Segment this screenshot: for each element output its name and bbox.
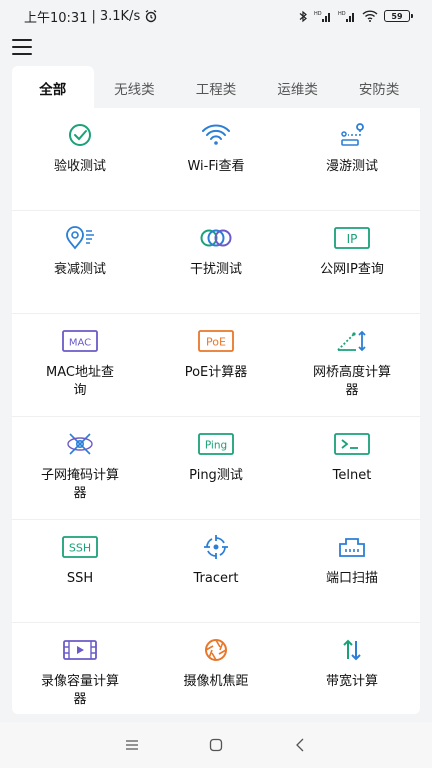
tool-label: Telnet: [332, 468, 372, 483]
system-nav-bar: [0, 722, 432, 768]
tool-interference-test[interactable]: 干扰测试: [148, 211, 284, 314]
status-separator: |: [91, 8, 96, 24]
mac-icon: MAC: [60, 328, 100, 354]
nav-back-icon: [296, 738, 304, 752]
app-bar: [0, 32, 432, 62]
tool-public-ip[interactable]: IP 公网IP查询: [284, 211, 420, 314]
tool-ssh[interactable]: SSH SSH: [12, 520, 148, 623]
status-left: 上午10:31 | 3.1K/s: [24, 7, 158, 26]
menu-icon[interactable]: [12, 39, 32, 55]
tool-label: 子网掩码计算器: [40, 468, 119, 501]
category-tabs: 全部 无线类 工程类 运维类 安防类: [12, 66, 420, 110]
poe-icon: PoE: [196, 328, 236, 354]
bandwidth-icon: [332, 637, 372, 663]
tab-security[interactable]: 安防类: [338, 66, 420, 110]
network-speed: 3.1K/s: [99, 8, 141, 24]
aperture-icon: [196, 637, 236, 663]
wifi-status-icon: [362, 10, 378, 22]
nav-menu-icon: [126, 740, 138, 750]
ssh-icon: SSH: [60, 534, 100, 560]
tool-telnet[interactable]: Telnet: [284, 417, 420, 520]
ping-icon-text: Ping: [205, 440, 227, 452]
tool-acceptance-test[interactable]: 验收测试: [12, 108, 148, 211]
ip-icon: IP: [332, 225, 372, 251]
ssh-icon-text: SSH: [69, 542, 91, 555]
check-circle-icon: [60, 122, 100, 148]
tool-bridge-height[interactable]: 网桥高度计算器: [284, 314, 420, 417]
tab-engineering[interactable]: 工程类: [175, 66, 257, 110]
tool-wifi-view[interactable]: Wi-Fi查看: [148, 108, 284, 211]
video-icon: [60, 637, 100, 663]
terminal-icon: [332, 431, 372, 457]
alarm-icon: [145, 9, 157, 23]
interference-icon: [196, 225, 236, 251]
tool-poe-calculator[interactable]: PoE PoE计算器: [148, 314, 284, 417]
tool-label: 公网IP查询: [320, 262, 384, 277]
wifi-icon: [196, 122, 236, 148]
attenuation-icon: [60, 225, 100, 251]
tool-subnet-calculator[interactable]: 子网掩码计算器: [12, 417, 148, 520]
ping-icon: Ping: [196, 431, 236, 457]
tool-attenuation-test[interactable]: 衰减测试: [12, 211, 148, 314]
crosshair-icon: [196, 534, 236, 560]
status-time: 上午10:31: [24, 10, 88, 26]
bridge-height-icon: [332, 328, 372, 354]
tool-label: 衰减测试: [53, 262, 106, 277]
tool-label: 带宽计算: [325, 674, 378, 689]
tool-label: 摄像机焦距: [183, 674, 249, 689]
signal-icon: HD: [314, 11, 330, 22]
tool-tracert[interactable]: Tracert: [148, 520, 284, 623]
tool-label: Tracert: [193, 571, 239, 586]
tool-label: 验收测试: [53, 159, 106, 174]
tool-label: 端口扫描: [325, 571, 378, 586]
mac-icon-text: MAC: [69, 338, 91, 349]
svg-text:HD: HD: [338, 11, 346, 17]
status-bar: 上午10:31 | 3.1K/s HD HD 59: [0, 0, 432, 32]
tool-label: 干扰测试: [189, 262, 242, 277]
tools-grid: 验收测试 Wi-Fi查看 漫游测试 衰减测试 干扰测试 IP 公网IP查询 MA…: [12, 108, 420, 714]
nav-back-button[interactable]: [285, 730, 315, 760]
bluetooth-icon: [299, 10, 307, 22]
tool-label: 录像容量计算器: [40, 674, 119, 707]
nav-home-button[interactable]: [201, 730, 231, 760]
poe-icon-text: PoE: [206, 336, 226, 349]
tool-ping-test[interactable]: Ping Ping测试: [148, 417, 284, 520]
tool-port-scan[interactable]: 端口扫描: [284, 520, 420, 623]
tool-label: Wi-Fi查看: [187, 159, 245, 174]
tool-recording-capacity[interactable]: 录像容量计算器: [12, 623, 148, 714]
tool-label: PoE计算器: [184, 365, 248, 380]
battery-icon: 59: [384, 10, 413, 22]
tab-wireless[interactable]: 无线类: [94, 66, 176, 110]
status-right: HD HD 59: [299, 10, 413, 23]
ip-icon-text: IP: [347, 232, 358, 246]
tool-label: Ping测试: [189, 468, 243, 483]
nav-home-icon: [209, 738, 223, 752]
svg-text:HD: HD: [314, 11, 322, 17]
signal-icon-2: HD: [338, 11, 354, 22]
tool-label: 网桥高度计算器: [312, 365, 391, 398]
nav-menu-button[interactable]: [117, 730, 147, 760]
tab-all[interactable]: 全部: [12, 66, 94, 110]
tool-label: MAC地址查询: [46, 365, 114, 398]
subnet-icon: [60, 431, 100, 457]
tool-label: SSH: [66, 571, 94, 586]
tool-label: 漫游测试: [325, 159, 378, 174]
tool-roaming-test[interactable]: 漫游测试: [284, 108, 420, 211]
port-icon: [332, 534, 372, 560]
roaming-icon: [332, 122, 372, 148]
tool-camera-focal-length[interactable]: 摄像机焦距: [148, 623, 284, 714]
tool-bandwidth-calc[interactable]: 带宽计算: [284, 623, 420, 714]
tool-mac-lookup[interactable]: MAC MAC地址查询: [12, 314, 148, 417]
tab-operations[interactable]: 运维类: [257, 66, 339, 110]
tools-panel: 验收测试 Wi-Fi查看 漫游测试 衰减测试 干扰测试 IP 公网IP查询 MA…: [12, 108, 420, 714]
